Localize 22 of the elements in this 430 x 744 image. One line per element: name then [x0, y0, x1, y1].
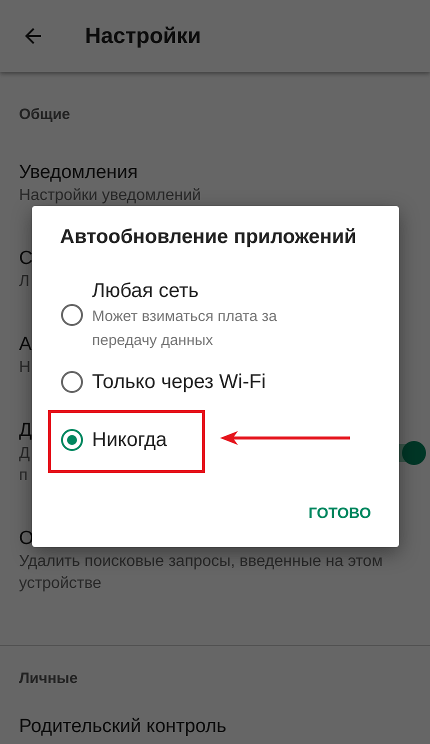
screen-title: Настройки [85, 23, 202, 49]
setting-title[interactable]: Родительский контроль [19, 715, 226, 739]
section-header: Личные [18, 670, 79, 687]
section-header: Общие [18, 106, 72, 123]
option-label[interactable]: Только через Wi-Fi [92, 368, 266, 396]
option-description: Может взиматься плата за передачу данных [92, 307, 278, 351]
setting-title[interactable]: Уведомления [19, 161, 138, 185]
radio-button[interactable] [61, 371, 83, 393]
radio-button[interactable] [61, 304, 83, 326]
setting-description: Н [19, 358, 31, 378]
dialog-title: Автообновление приложений [60, 226, 358, 249]
option-label[interactable]: Любая сеть [92, 277, 332, 305]
setting-title[interactable]: А [19, 333, 32, 357]
setting-description: Удалить поисковые запросы, введенные на этом устройстве [19, 552, 384, 594]
option-label[interactable]: Никогда [92, 426, 167, 454]
setting-description: п [19, 466, 28, 486]
setting-description: Настройки уведомлений [19, 186, 201, 206]
setting-description: Л [19, 272, 30, 292]
setting-title[interactable]: С [19, 247, 33, 271]
setting-title[interactable]: Д [19, 419, 32, 443]
radio-button[interactable] [61, 429, 83, 451]
setting-description: Д [19, 444, 30, 464]
